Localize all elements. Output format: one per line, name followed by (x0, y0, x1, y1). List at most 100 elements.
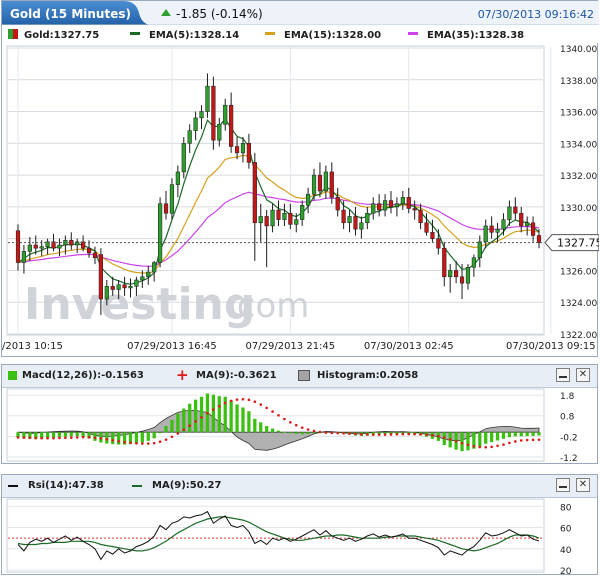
macd-signal-dot (206, 411, 209, 415)
up-candle (465, 267, 471, 284)
macd-bar (140, 432, 144, 443)
rsi-tick-label: 80 (560, 503, 572, 513)
time-tick-label: 07/29/2013 16:45 (127, 341, 217, 352)
macd-signal-dot (212, 408, 215, 411)
macd-tick-label: 0.8 (560, 413, 575, 423)
macd-signal-dot (484, 445, 488, 449)
macd-signal-dot (277, 414, 280, 417)
up-candle (365, 212, 370, 224)
macd-bar (247, 411, 251, 433)
macd-signal-dot (164, 438, 168, 441)
down-candle (406, 197, 411, 209)
macd-bar (294, 432, 298, 434)
up-candle (169, 184, 175, 214)
macd-signal-dot (354, 432, 357, 436)
rsi-tick-label: 40 (560, 546, 572, 556)
macd-signal-dot (508, 441, 511, 445)
macd-signal-dot (360, 432, 363, 436)
up-candle (128, 286, 133, 289)
price-tick-label: 1324.00 (560, 299, 597, 309)
rsi-legend-swatch (8, 485, 18, 487)
down-candle (412, 208, 417, 211)
price-tick-label: 1338.00 (560, 77, 597, 87)
histogram-legend-swatch (298, 370, 310, 381)
ema35-legend-swatch (408, 32, 418, 35)
price-tick-label: 1336.00 (560, 109, 597, 119)
macd-bar (229, 400, 233, 433)
price-tick-label: 1332.00 (560, 172, 597, 182)
macd-signal-dot (318, 430, 322, 434)
ema15-legend-swatch (265, 32, 275, 35)
macd-bar (235, 404, 239, 433)
macd-bar (211, 394, 216, 433)
macd-signal-dot (235, 398, 239, 401)
macd-signal-dot (58, 436, 61, 440)
last-update-timestamp: 07/30/2013 09:16:42 (478, 8, 594, 21)
minimize-icon[interactable] (556, 478, 570, 492)
up-candle (181, 143, 186, 173)
down-candle (341, 209, 346, 224)
down-candle (536, 235, 542, 243)
up-candle (306, 193, 311, 206)
up-candle (448, 270, 453, 278)
up-candle (134, 279, 139, 287)
macd-pane: Macd(12,26)):-0.1563 + MA(9):-0.3621 His… (1, 364, 598, 464)
macd-signal-dot (525, 438, 529, 442)
up-candle (525, 222, 530, 227)
down-candle (454, 270, 459, 278)
down-candle (489, 225, 494, 233)
up-candle (193, 117, 198, 131)
macd-signal-dot (69, 436, 73, 439)
down-candle (276, 209, 281, 220)
down-candle (92, 252, 98, 258)
macd-signal-dot (294, 423, 298, 427)
up-candle (371, 203, 376, 214)
minimize-icon[interactable] (556, 368, 570, 382)
macd-signal-dot (425, 433, 428, 436)
down-candle (163, 203, 169, 214)
macd-signal-dot (490, 445, 493, 449)
macd-signal-dot (371, 433, 375, 436)
macd-bar (146, 432, 150, 441)
up-candle (347, 216, 352, 224)
macd-bar (170, 419, 174, 433)
current-price-tag: 1327.75 (544, 234, 599, 252)
macd-signal-dot (123, 440, 126, 444)
down-candle (317, 174, 323, 192)
macd-legend-swatch (8, 371, 17, 380)
macd-signal-dot (324, 431, 328, 434)
macd-bar (158, 432, 162, 434)
macd-signal-dot (200, 416, 203, 419)
macd-tick-label: -0.2 (560, 433, 578, 443)
macd-bar (134, 432, 139, 444)
macd-signal-dot (306, 428, 310, 431)
macd-signal-dot (182, 428, 186, 432)
legend-price: Gold:1327.75 (24, 30, 99, 41)
current-price-label: 1327.75 (557, 237, 599, 250)
macd-bar (495, 432, 500, 441)
macd-signal-dot (330, 431, 334, 435)
down-candle (264, 216, 269, 227)
up-candle (240, 143, 246, 154)
close-icon[interactable]: ✕ (576, 368, 590, 382)
macd-bar (525, 432, 529, 437)
macd-signal-dot (229, 399, 233, 403)
close-icon[interactable]: ✕ (576, 478, 590, 492)
macd-signal-dot (466, 443, 470, 447)
down-candle (246, 143, 251, 163)
macd-ma-legend: MA(9):-0.3621 (196, 370, 277, 381)
macd-signal-dot (146, 442, 150, 445)
macd-tick-label: -1.2 (560, 454, 578, 464)
up-candle (294, 219, 299, 225)
macd-signal-dot (395, 432, 399, 436)
macd-signal-dot (141, 442, 144, 445)
macd-bar (519, 432, 523, 437)
rsi-legend: Rsi(14):47.38 (28, 480, 104, 491)
watermark-investing: Investing (24, 279, 255, 330)
macd-signal-dot (283, 417, 286, 421)
macd-signal-dot (176, 432, 180, 435)
down-candle (430, 232, 435, 239)
macd-chart-svg: 1.8 0.8 -0.2 -1.2 (6, 388, 578, 464)
macd-bar (288, 432, 292, 434)
up-candle (495, 228, 500, 233)
